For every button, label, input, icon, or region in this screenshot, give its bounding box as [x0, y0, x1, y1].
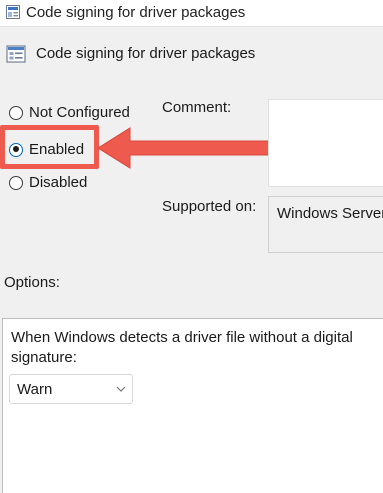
supported-on-box: Windows Server: [268, 196, 383, 253]
comment-textarea[interactable]: [268, 99, 383, 187]
red-arrow-icon: [97, 127, 273, 169]
options-panel: When Windows detects a driver file witho…: [2, 318, 383, 493]
supported-on-value: Windows Server: [277, 205, 383, 222]
policy-name: Code signing for driver packages: [36, 45, 256, 62]
comment-label: Comment:: [162, 99, 232, 116]
radio-label: Disabled: [29, 174, 88, 191]
radio-not-configured[interactable]: Not Configured: [9, 104, 130, 121]
policy-settings-icon: [6, 45, 26, 63]
signature-action-dropdown[interactable]: Warn: [9, 374, 133, 404]
policy-window-icon: [6, 5, 20, 19]
radio-disabled[interactable]: Disabled: [9, 174, 87, 191]
supported-on-label: Supported on:: [162, 198, 257, 215]
dropdown-selected-value: Warn: [17, 381, 53, 398]
radio-button-circle[interactable]: [9, 105, 23, 120]
options-label: Options:: [4, 274, 60, 291]
radio-button-circle[interactable]: [9, 175, 23, 190]
options-description: When Windows detects a driver file witho…: [11, 329, 353, 366]
title-bar: Code signing for driver packages: [0, 0, 383, 27]
chevron-down-icon: [116, 386, 126, 392]
window-title: Code signing for driver packages: [26, 4, 246, 21]
radio-label: Not Configured: [29, 104, 130, 121]
highlight-annotation-box: [0, 125, 99, 169]
